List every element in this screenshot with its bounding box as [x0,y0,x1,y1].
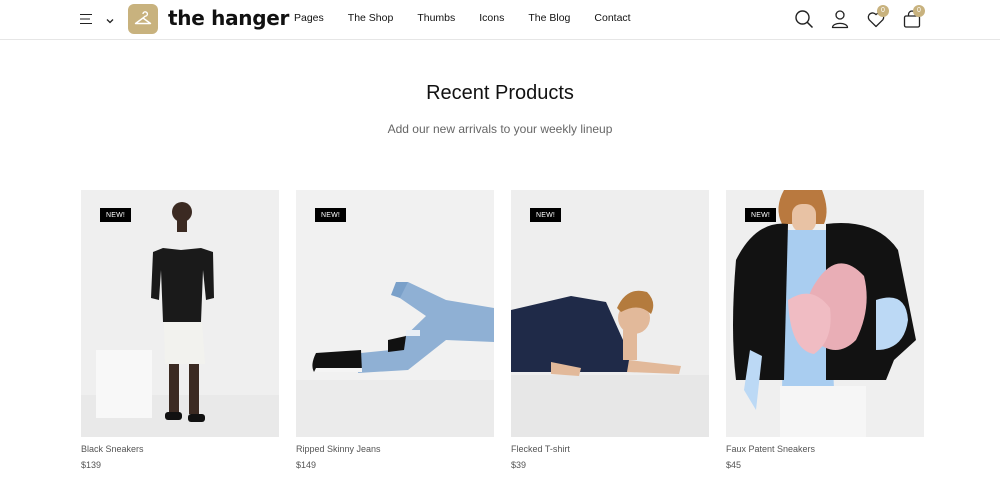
logo-text[interactable]: the hanger [168,6,289,30]
nav-item-icons[interactable]: Icons [479,12,504,24]
product-price: $149 [296,460,317,470]
section-subtitle: Add our new arrivals to your weekly line… [387,122,613,136]
hanger-logo-icon[interactable] [128,4,158,34]
product-price: $45 [726,460,742,470]
user-account-icon[interactable] [829,8,851,30]
section-title: Recent Products [426,82,574,104]
nav-item-the-shop[interactable]: The Shop [348,12,394,24]
wishlist-heart-icon[interactable]: 0 [865,5,889,30]
product-name[interactable]: Ripped Skinny Jeans [296,444,381,454]
hamburger-menu-icon[interactable] [78,11,94,27]
chevron-down-icon[interactable] [105,13,115,24]
shopping-bag-icon[interactable]: 0 [901,5,925,30]
product-image[interactable]: NEW! [726,190,924,437]
nav-item-contact[interactable]: Contact [594,12,630,24]
product-price: $139 [81,460,102,470]
cart-count-badge: 0 [913,5,925,17]
product-name[interactable]: Black Sneakers [81,444,144,454]
nav-item-the-blog[interactable]: The Blog [528,12,570,24]
product-price: $39 [511,460,527,470]
product-image[interactable]: NEW! [296,190,494,437]
product-name[interactable]: Flecked T-shirt [511,444,570,454]
nav-item-pages[interactable]: Pages [294,12,324,24]
product-card[interactable]: NEW! Ripped Skinny Jeans $149 [296,190,494,480]
product-card[interactable]: NEW! Faux Patent Sneakers $45 [726,190,924,480]
site-header: the hanger Pages The Shop Thumbs Icons T… [0,0,1000,40]
nav-item-thumbs[interactable]: Thumbs [417,12,455,24]
new-badge: NEW! [100,208,132,222]
main-nav: Pages The Shop Thumbs Icons The Blog Con… [294,12,655,24]
new-badge: NEW! [315,208,347,222]
wishlist-count-badge: 0 [877,5,889,17]
product-name[interactable]: Faux Patent Sneakers [726,444,815,454]
product-image[interactable]: NEW! [81,190,279,437]
product-card[interactable]: NEW! Black Sneakers $139 [81,190,279,480]
product-card[interactable]: NEW! Flecked T-shirt $39 [511,190,709,480]
product-image[interactable]: NEW! [511,190,709,437]
new-badge: NEW! [745,208,777,222]
search-icon[interactable] [793,8,815,30]
new-badge: NEW! [530,208,562,222]
